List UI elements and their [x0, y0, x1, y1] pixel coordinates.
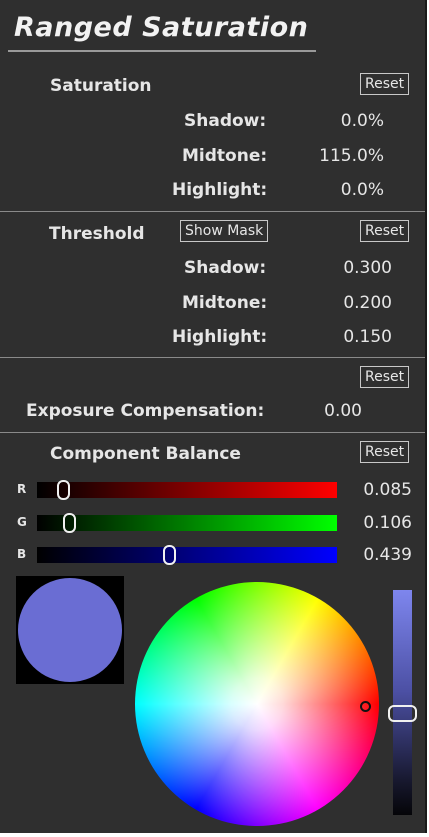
saturation-label: Saturation — [50, 76, 152, 96]
green-channel-value[interactable]: 0.106 — [340, 513, 412, 533]
component-balance-reset-button[interactable]: Reset — [360, 441, 410, 463]
red-slider-handle[interactable] — [56, 480, 70, 500]
saturation-midtone-label: Midtone: — [182, 146, 268, 166]
saturation-highlight-label: Highlight: — [172, 180, 268, 200]
color-preview-swatch — [18, 578, 122, 682]
brightness-slider[interactable] — [393, 590, 412, 815]
threshold-shadow-label: Shadow: — [184, 258, 267, 278]
panel-title: Ranged Saturation — [14, 12, 309, 43]
threshold-shadow-value[interactable]: 0.300 — [300, 258, 392, 278]
threshold-midtone-label: Midtone: — [182, 293, 268, 313]
section-divider — [0, 211, 425, 212]
threshold-midtone-value[interactable]: 0.200 — [300, 293, 392, 313]
blue-channel-slider[interactable] — [37, 547, 337, 563]
component-balance-label: Component Balance — [50, 444, 241, 464]
exposure-compensation-value[interactable]: 0.00 — [300, 401, 362, 421]
color-wheel-marker[interactable] — [360, 701, 371, 712]
saturation-reset-button[interactable]: Reset — [360, 73, 410, 95]
blue-channel-label: B — [17, 547, 27, 561]
brightness-slider-handle[interactable] — [388, 705, 417, 722]
section-divider — [0, 357, 425, 358]
threshold-highlight-value[interactable]: 0.150 — [300, 327, 392, 347]
blue-slider-handle[interactable] — [162, 545, 176, 565]
title-underline — [8, 50, 316, 52]
ranged-saturation-panel: Ranged Saturation Saturation Reset Shado… — [0, 0, 427, 833]
exposure-compensation-label: Exposure Compensation: — [26, 401, 265, 421]
red-channel-label: R — [17, 482, 27, 496]
saturation-shadow-value[interactable]: 0.0% — [300, 111, 384, 131]
threshold-highlight-label: Highlight: — [172, 327, 268, 347]
threshold-label: Threshold — [49, 224, 145, 244]
green-channel-label: G — [17, 515, 27, 529]
red-channel-slider[interactable] — [37, 482, 337, 498]
exposure-reset-button[interactable]: Reset — [360, 366, 410, 388]
red-channel-value[interactable]: 0.085 — [340, 480, 412, 500]
blue-channel-value[interactable]: 0.439 — [340, 545, 412, 565]
threshold-reset-button[interactable]: Reset — [360, 220, 410, 242]
green-channel-slider[interactable] — [37, 515, 337, 531]
color-preview — [16, 576, 124, 684]
green-slider-handle[interactable] — [62, 513, 76, 533]
color-wheel[interactable] — [135, 582, 379, 826]
saturation-shadow-label: Shadow: — [184, 111, 267, 131]
section-divider — [0, 432, 425, 433]
show-mask-button[interactable]: Show Mask — [180, 220, 269, 242]
saturation-highlight-value[interactable]: 0.0% — [300, 180, 384, 200]
saturation-midtone-value[interactable]: 115.0% — [296, 146, 384, 166]
